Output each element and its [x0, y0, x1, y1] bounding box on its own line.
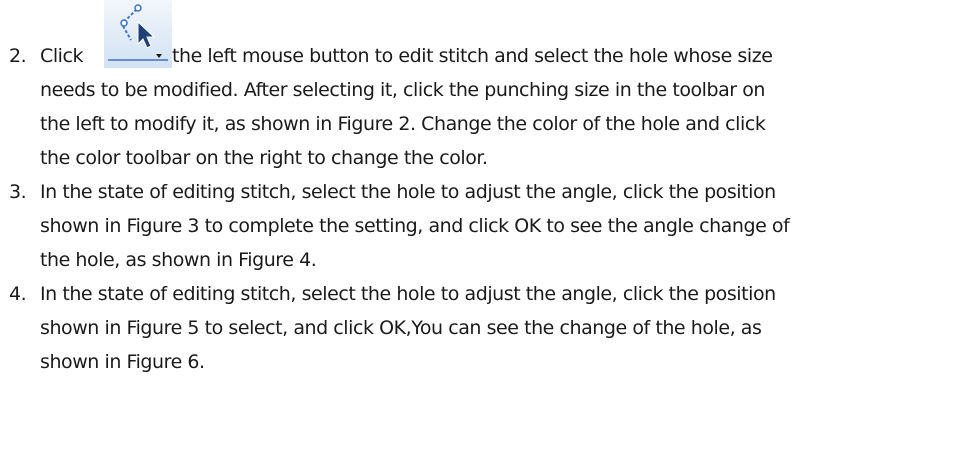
list-item-text: the color toolbar on the right to change…	[40, 147, 488, 169]
list-item-lead: Click	[40, 45, 84, 67]
list-item-number: 4.	[9, 283, 27, 305]
list-item-text: shown in Figure 5 to select, and click O…	[40, 317, 762, 339]
list-item-number: 2.	[9, 45, 27, 67]
list-item-text: the left to modify it, as shown in Figur…	[40, 113, 766, 135]
edit-stitch-tool-icon	[104, 0, 172, 68]
list-item-text: the hole, as shown in Figure 4.	[40, 249, 317, 271]
list-item-text: In the state of editing stitch, select t…	[40, 181, 776, 203]
list-item-number: 3.	[9, 181, 27, 203]
list-item-text: shown in Figure 3 to complete the settin…	[40, 215, 790, 237]
list-item-text: the left mouse button to edit stitch and…	[172, 45, 773, 67]
document-page: 2. Click the left mouse button to edit s…	[0, 0, 977, 450]
list-item-text: needs to be modified. After selecting it…	[40, 79, 766, 101]
list-item-text: In the state of editing stitch, select t…	[40, 283, 776, 305]
list-item-text: shown in Figure 6.	[40, 351, 205, 373]
